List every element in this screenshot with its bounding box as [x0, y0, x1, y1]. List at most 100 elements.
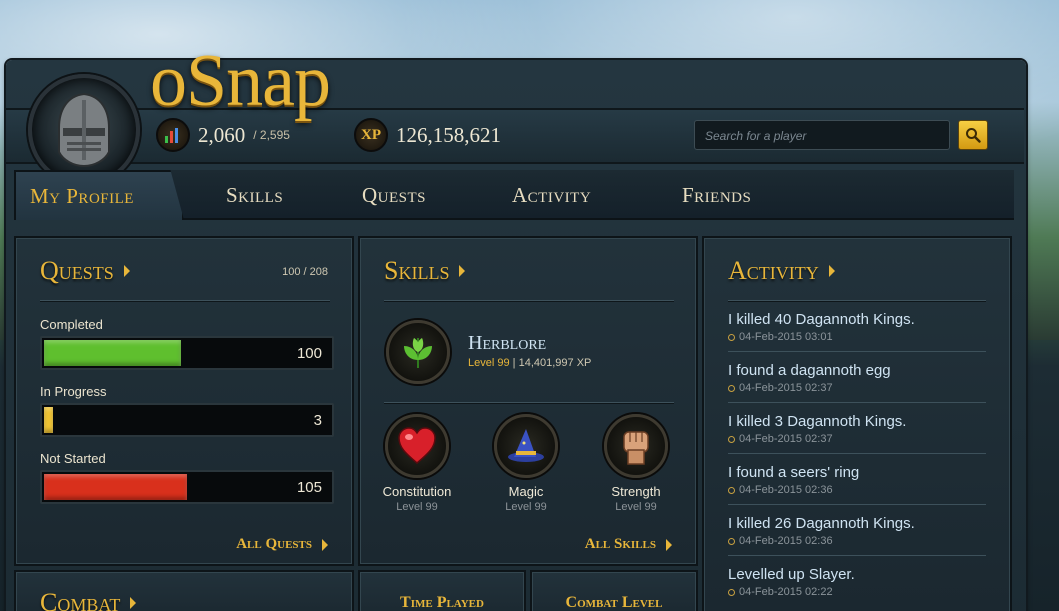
not-started-bar-fill [44, 474, 187, 500]
quests-title-text: Quests [40, 256, 114, 285]
total-level-max: / 2,595 [253, 128, 290, 142]
completed-bar-fill [44, 340, 181, 366]
clock-icon [728, 435, 735, 443]
chevron-right-icon [123, 265, 130, 277]
activity-text: I found a seers' ring [728, 464, 860, 481]
activity-panel: Activity I killed 40 Dagannoth Kings. 04… [702, 236, 1012, 611]
featured-skill-separator: | [512, 357, 516, 369]
divider [728, 555, 986, 556]
xp-icon: XP [354, 118, 388, 152]
activity-date-text: 04-Feb-2015 02:22 [739, 586, 833, 598]
tab-my-profile[interactable]: My Profile [14, 170, 184, 220]
all-quests-link[interactable]: All Quests [236, 536, 328, 553]
activity-date-text: 04-Feb-2015 02:36 [739, 535, 833, 547]
activity-title[interactable]: Activity [728, 256, 835, 286]
herblore-icon [386, 320, 450, 384]
activity-item[interactable]: Levelled up Slayer. 04-Feb-2015 02:22 [728, 566, 988, 598]
skills-title[interactable]: Skills [384, 256, 466, 286]
tab-skills[interactable]: Skills [226, 170, 283, 220]
divider [728, 351, 986, 352]
combat-title[interactable]: Combat [40, 588, 137, 611]
featured-skill-name[interactable]: Herblore [468, 332, 591, 355]
skill-constitution[interactable]: Constitution Level 99 [372, 414, 462, 513]
skills-title-text: Skills [384, 256, 450, 285]
tab-friends[interactable]: Friends [682, 170, 751, 220]
activity-text: I killed 3 Dagannoth Kings. [728, 413, 907, 430]
clock-icon [728, 537, 735, 545]
skills-panel: Skills Herblore Level 99 | 14,401,997 XP [358, 236, 698, 566]
clock-icon [728, 588, 735, 596]
activity-date-text: 04-Feb-2015 02:37 [739, 382, 833, 394]
skill-strength-name: Strength [611, 484, 661, 499]
activity-title-text: Activity [728, 256, 819, 285]
search-input[interactable]: Search for a player [694, 120, 950, 150]
activity-date: 04-Feb-2015 02:36 [728, 484, 988, 496]
quests-count: 100 / 208 [282, 266, 328, 278]
quests-title[interactable]: Quests [40, 256, 130, 286]
search-button[interactable] [958, 120, 988, 150]
search-icon [966, 128, 981, 143]
featured-skill-xp: 14,401,997 XP [518, 357, 592, 369]
activity-date-text: 04-Feb-2015 02:36 [739, 484, 833, 496]
combat-title-text: Combat [40, 588, 121, 611]
wizard-hat-icon [494, 414, 558, 478]
all-quests-label: All Quests [236, 536, 312, 552]
chevron-right-icon [322, 538, 328, 551]
activity-date-text: 04-Feb-2015 03:01 [739, 331, 833, 343]
completed-bar: 100 [40, 336, 334, 370]
in-progress-bar-fill [44, 407, 53, 433]
activity-item[interactable]: I found a dagannoth egg 04-Feb-2015 02:3… [728, 362, 988, 394]
featured-skill-info: Herblore Level 99 | 14,401,997 XP [468, 332, 591, 369]
divider [728, 300, 986, 301]
time-played-panel: Time Played [358, 570, 526, 611]
fist-icon [604, 414, 668, 478]
all-skills-link[interactable]: All Skills [585, 536, 672, 553]
divider [728, 402, 986, 403]
tab-quests[interactable]: Quests [362, 170, 426, 220]
not-started-bar: 105 [40, 470, 334, 504]
activity-text: I found a dagannoth egg [728, 362, 891, 379]
activity-item[interactable]: I killed 40 Dagannoth Kings. 04-Feb-2015… [728, 311, 988, 343]
activity-item[interactable]: I killed 3 Dagannoth Kings. 04-Feb-2015 … [728, 413, 988, 445]
activity-date: 04-Feb-2015 02:37 [728, 382, 988, 394]
activity-date: 04-Feb-2015 02:37 [728, 433, 988, 445]
not-started-value: 105 [296, 479, 322, 496]
xp-value: 126,158,621 [396, 122, 501, 147]
divider [384, 402, 674, 403]
activity-date-text: 04-Feb-2015 02:37 [739, 433, 833, 445]
main-nav: My Profile Skills Quests Activity Friend… [14, 170, 1014, 220]
total-level-value: 2,060 [198, 122, 246, 147]
in-progress-value: 3 [313, 412, 322, 429]
brand-logo[interactable]: oSnap [150, 44, 331, 118]
featured-skill-level: Level 99 [468, 357, 510, 369]
divider [728, 453, 986, 454]
featured-skill-icon-wrap[interactable] [386, 320, 450, 384]
activity-date: 04-Feb-2015 03:01 [728, 331, 988, 343]
combat-level-title: Combat Level [565, 594, 663, 611]
total-level-stat: 2,060 / 2,595 [156, 118, 290, 152]
combat-panel: Combat [14, 570, 354, 611]
skill-strength-level: Level 99 [615, 501, 657, 513]
activity-date: 04-Feb-2015 02:36 [728, 535, 988, 547]
tab-activity[interactable]: Activity [512, 170, 591, 220]
activity-date: 04-Feb-2015 02:22 [728, 586, 988, 598]
helmet-icon [58, 92, 110, 168]
chevron-right-icon [666, 538, 672, 551]
skill-magic-name: Magic [508, 484, 544, 499]
clock-icon [728, 333, 735, 341]
activity-item[interactable]: I killed 26 Dagannoth Kings. 04-Feb-2015… [728, 515, 988, 547]
chevron-right-icon [828, 265, 835, 277]
completed-value: 100 [296, 345, 322, 362]
time-played-title: Time Played [400, 594, 484, 611]
skill-strength[interactable]: Strength Level 99 [591, 414, 681, 513]
in-progress-label: In Progress [40, 384, 107, 399]
not-started-label: Not Started [40, 451, 106, 466]
divider [728, 504, 986, 505]
chevron-right-icon [130, 597, 137, 609]
quests-panel: Quests 100 / 208 Completed 100 In Progre… [14, 236, 354, 566]
activity-item[interactable]: I found a seers' ring 04-Feb-2015 02:36 [728, 464, 988, 496]
skill-magic[interactable]: Magic Level 99 [481, 414, 571, 513]
activity-text: I killed 26 Dagannoth Kings. [728, 515, 915, 532]
divider [40, 300, 330, 301]
stats-chart-icon [156, 118, 190, 152]
